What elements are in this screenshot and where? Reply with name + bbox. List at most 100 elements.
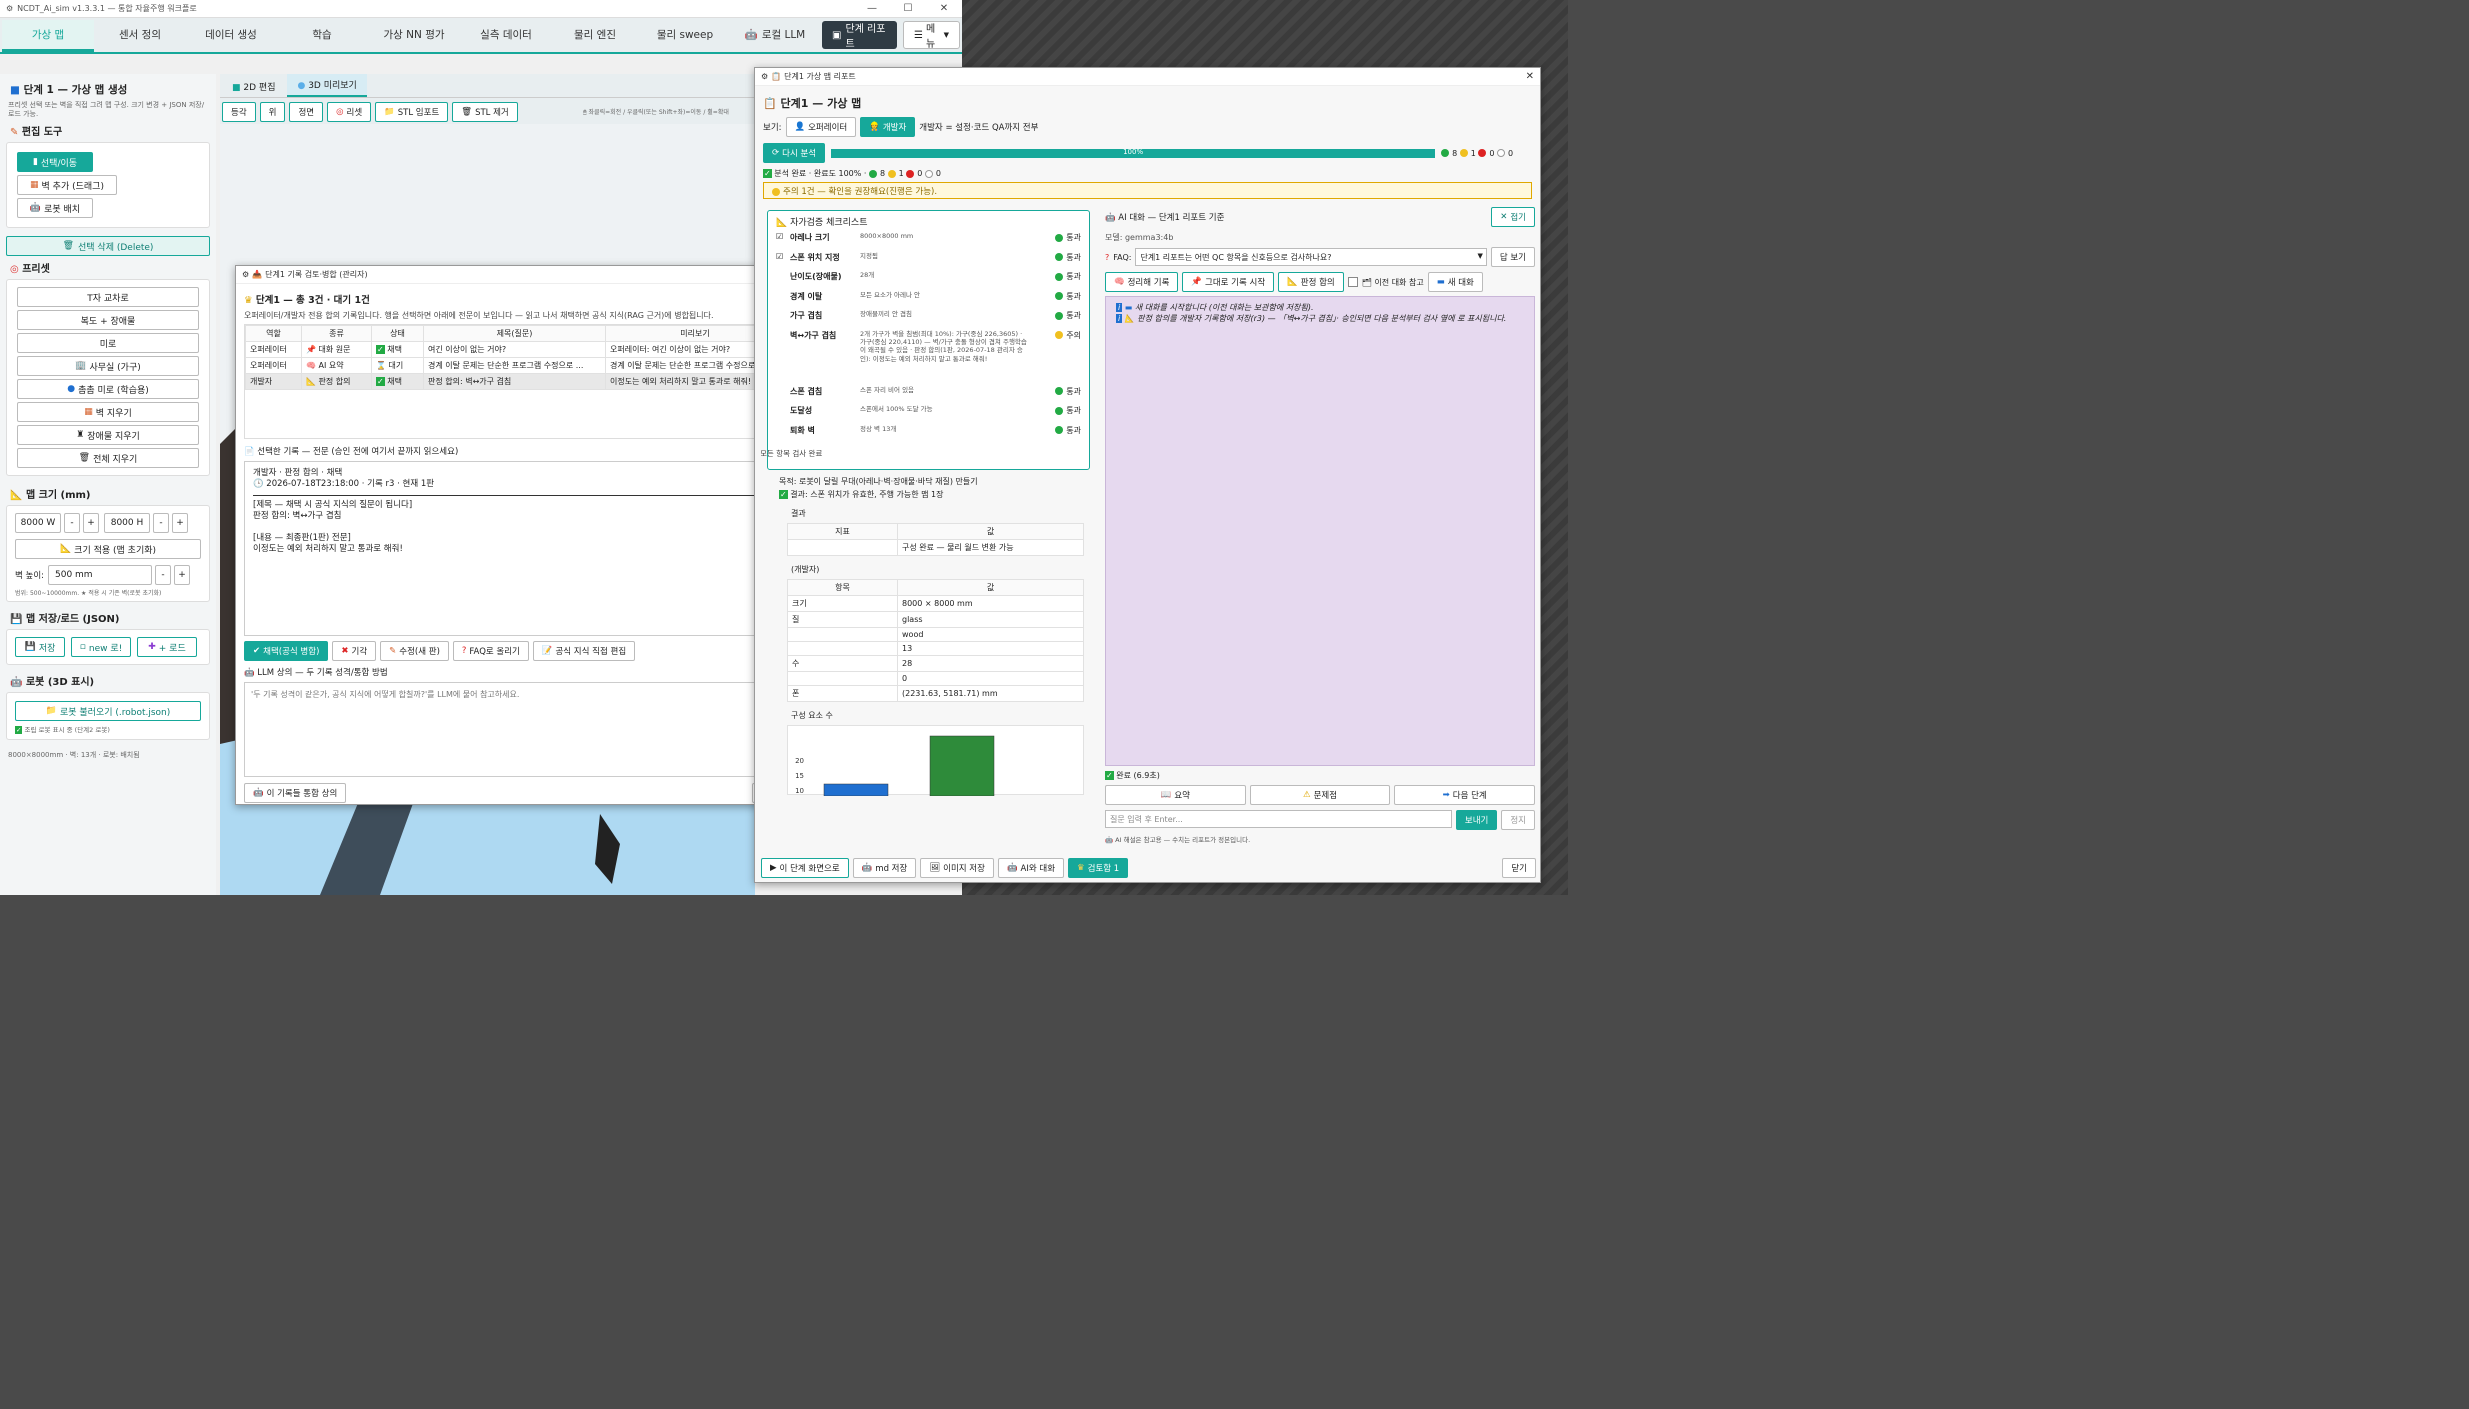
new-chat-button[interactable]: ▬ 새 대화 — [1427, 272, 1483, 292]
llm-input[interactable]: '두 기록 성격이 같은가, 공식 지식에 어떻게 합칠까?'를 LLM에 물어… — [244, 682, 786, 777]
height-decrement[interactable]: - — [153, 513, 169, 534]
table-row[interactable]: 오퍼레이터 🧠 AI 요약 ⌛ 대기 경계 이탈 문제는 단순한 프로그램 수정으로 … — [245, 357, 785, 374]
folder-icon: 📁 — [384, 107, 395, 117]
summary-button[interactable]: 📖 요약 — [1105, 785, 1246, 805]
close-icon[interactable]: ✕ — [926, 3, 962, 14]
reanalyze-button[interactable]: ⟳ 다시 분석 — [763, 143, 826, 163]
clear-obstacles-button[interactable]: ♜ 장애물 지우기 — [17, 425, 199, 446]
status-dot-icon — [1055, 272, 1064, 281]
select-move-button[interactable]: ▮ 선택/이동 — [17, 152, 93, 173]
selected-record-text[interactable]: 개발자 · 판정 합의 · 채택 🕒 2026-07-18T23:18:00 ·… — [244, 461, 786, 636]
operator-view-button[interactable]: 👤 오퍼레이터 — [785, 117, 857, 137]
warning-icon: ⚠ — [1302, 790, 1311, 800]
width-decrement[interactable]: - — [64, 513, 80, 534]
close-icon[interactable]: ✕ — [1526, 71, 1534, 82]
apply-size-button[interactable]: 📐 크기 적용 (맵 초기화) — [15, 539, 201, 560]
new-map-button[interactable]: ▫ new 로! — [71, 637, 131, 658]
table-row[interactable]: 오퍼레이터 📌 대화 원문 ✓ 채택 여긴 이상이 없는 거야? 오퍼레이터: 여긴 이… — [245, 341, 785, 358]
place-robot-button[interactable]: 🤖 로봇 배치 — [17, 198, 93, 219]
tab-sweep[interactable]: 물리 sweep — [640, 20, 730, 52]
md-save-button[interactable]: 🤖 md 저장 — [852, 858, 917, 878]
building-icon: 🏢 — [75, 361, 87, 372]
merge-consult-button[interactable]: 🤖 이 기록들 통합 상의 — [244, 783, 347, 803]
preset-maze[interactable]: 미로 — [17, 333, 199, 354]
view-top-button[interactable]: 위 — [259, 102, 286, 122]
show-answer-button[interactable]: 답 보기 — [1490, 247, 1535, 267]
save-button[interactable]: 💾 저장 — [15, 637, 65, 658]
tab-virtual-map[interactable]: 가상 맵 — [2, 20, 94, 52]
table-row-selected[interactable]: 개발자 📐 판정 합의 ✓ 채택 판정 합의: 벽↔가구 겹침 이정도는 예외 처리하지… — [245, 373, 785, 390]
checklist: ☑ 아레나 크기 8000×8000 mm 통과 ☑ 스폰 위치 지정 지정됨 통과 난이도(장… — [776, 232, 1081, 444]
revise-button[interactable]: ✎ 수정(새 판) — [380, 641, 449, 661]
reject-button[interactable]: ✖ 기각 — [332, 641, 377, 661]
wall-height-input[interactable]: 500 mm — [48, 565, 152, 586]
checkbox-checked-icon[interactable]: ✓ — [15, 726, 23, 735]
width-increment[interactable]: + — [83, 513, 99, 534]
wall-height-decrement[interactable]: - — [155, 565, 171, 586]
menu-button[interactable]: ☰ 메뉴 ▼ — [903, 21, 960, 50]
clear-all-button[interactable]: 🗑 전체 지우기 — [17, 448, 199, 469]
stage-report-button[interactable]: ▣ 단계 리포트 — [822, 21, 898, 50]
report-body[interactable]: 📐 자가검증 체크리스트 ☑ 아레나 크기 8000×8000 mm 통과 ☑ 스폰 위치… — [761, 206, 1096, 846]
chat-message: i ▬ 새 대화를 시작합니다 (이전 대화는 보관함에 저장됨). — [1116, 303, 1314, 312]
preset-office[interactable]: 🏢 사무실 (가구) — [17, 356, 199, 377]
minimize-icon[interactable]: — — [854, 3, 890, 14]
tab-data-gen[interactable]: 데이터 생성 — [186, 20, 276, 52]
image-save-button[interactable]: 🖼 이미지 저장 — [920, 858, 994, 878]
goto-stage-button[interactable]: ▶ 이 단계 화면으로 — [761, 858, 849, 878]
load-robot-button[interactable]: 📁 로봇 불러오기 (.robot.json) — [15, 701, 201, 722]
view-iso-button[interactable]: 등각 — [222, 102, 256, 122]
map-size-heading: 📐 맵 크기 (mm) — [10, 490, 91, 502]
review-box-button[interactable]: ♛ 검토함 1 — [1068, 858, 1129, 878]
prev-chat-checkbox[interactable] — [1347, 277, 1358, 287]
developer-view-button[interactable]: 👷 개발자 — [860, 117, 916, 137]
status-dot-icon — [1055, 331, 1064, 339]
maximize-icon[interactable]: ☐ — [890, 3, 926, 14]
width-input[interactable]: 8000 W — [15, 513, 61, 534]
clear-walls-button[interactable]: ▦ 벽 지우기 — [17, 402, 199, 423]
ai-chat-button[interactable]: 🤖 AI와 대화 — [997, 858, 1065, 878]
faq-button[interactable]: ? FAQ로 올리기 — [452, 641, 529, 661]
question-input[interactable]: 질문 입력 후 Enter... — [1105, 810, 1452, 828]
reset-view-button[interactable]: ◎ 리셋 — [327, 102, 372, 122]
summarize-record-button[interactable]: 🧠 정리해 기록 — [1105, 272, 1179, 292]
stl-remove-button[interactable]: 🗑 STL 제거 — [452, 102, 518, 122]
edit-knowledge-button[interactable]: 📝 공식 지식 직접 편집 — [532, 641, 636, 661]
wall-height-label: 벽 높이: — [15, 571, 45, 582]
ruler-icon: 📐 — [306, 377, 316, 386]
tab-nn-eval[interactable]: 가상 NN 평가 — [368, 20, 460, 52]
issue-button[interactable]: ⚠ 문제점 — [1249, 785, 1391, 805]
tab-train[interactable]: 학습 — [278, 20, 366, 52]
tab-physics[interactable]: 물리 엔진 — [552, 20, 638, 52]
report-close-button[interactable]: 닫기 — [1502, 858, 1536, 878]
send-button[interactable]: 보내기 — [1455, 810, 1498, 830]
start-record-button[interactable]: 📌 그대로 기록 시작 — [1182, 272, 1275, 292]
warning-banner: 주의 1건 — 확인을 권장해요(진행은 가능). — [763, 182, 1532, 199]
preset-dense-maze[interactable]: ● 촘촘 미로 (학습용) — [17, 379, 199, 400]
stop-button[interactable]: 정지 — [1501, 810, 1535, 830]
height-increment[interactable]: + — [172, 513, 188, 534]
load-button[interactable]: ✚ + 로드 — [137, 637, 197, 658]
add-wall-button[interactable]: ▦ 벽 추가 (드래그) — [17, 175, 117, 196]
tab-real-data[interactable]: 실측 데이터 — [462, 20, 550, 52]
tab-local-llm[interactable]: 🤖 로컬 LLM — [732, 20, 818, 52]
chat-log[interactable]: i ▬ 새 대화를 시작합니다 (이전 대화는 보관함에 저장됨). i 📐 판… — [1105, 296, 1535, 766]
faq-select[interactable]: 단계1 리포트는 어떤 QC 항목을 신호등으로 검사하나요? ▼ — [1135, 248, 1487, 266]
wall-height-increment[interactable]: + — [174, 565, 190, 586]
delete-selection-button[interactable]: 🗑 선택 삭제 (Delete) — [6, 236, 210, 257]
person-icon: ♜ — [76, 430, 85, 441]
tab-2d-edit[interactable]: ■ 2D 편집 — [222, 76, 285, 97]
checklist-row: 경계 이탈 모든 요소가 아레나 안 통과 — [790, 290, 1081, 301]
height-input[interactable]: 8000 H — [104, 513, 150, 534]
fold-button[interactable]: ✕ 접기 — [1491, 207, 1535, 227]
tab-3d-preview[interactable]: ● 3D 미리보기 — [287, 74, 367, 97]
stl-import-button[interactable]: 📁 STL 임포트 — [375, 102, 449, 122]
view-front-button[interactable]: 정면 — [289, 102, 324, 122]
tab-sensor[interactable]: 센서 정의 — [96, 20, 184, 52]
next-step-button[interactable]: ➡ 다음 단계 — [1394, 785, 1536, 805]
preset-t-junction[interactable]: T자 교차로 — [17, 287, 199, 308]
judgment-agree-button[interactable]: 📐 판정 합의 — [1278, 272, 1344, 292]
preset-corridor[interactable]: 복도 + 장애물 — [17, 310, 199, 331]
status-dot-icon — [1055, 233, 1064, 242]
adopt-button[interactable]: ✔ 채택(공식 병합) — [244, 641, 329, 661]
